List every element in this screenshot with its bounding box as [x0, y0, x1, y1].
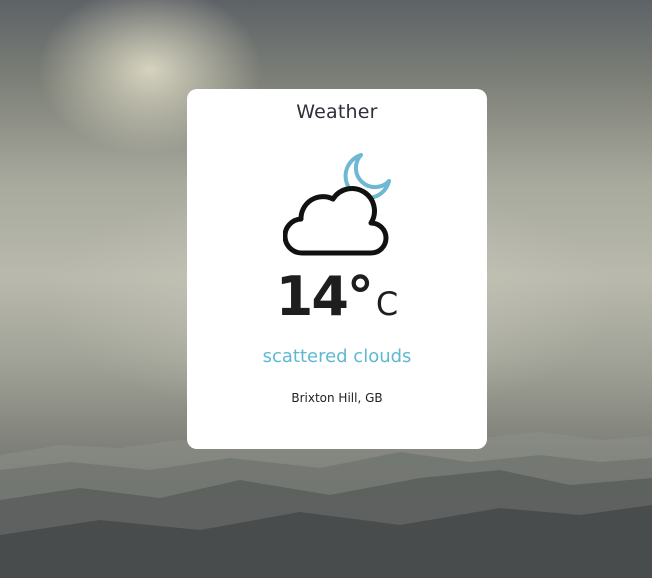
weather-card: Weather 14° C scattered clouds Brixton Hi…	[187, 89, 487, 449]
temperature-value: 14°	[275, 265, 374, 328]
temperature-display: 14° C	[187, 265, 487, 328]
location-label: Brixton Hill, GB	[291, 391, 383, 405]
weather-description: scattered clouds	[262, 346, 412, 367]
temperature-unit: C	[375, 285, 399, 323]
cloud-moon-icon	[283, 153, 391, 256]
card-title: Weather	[296, 101, 378, 123]
